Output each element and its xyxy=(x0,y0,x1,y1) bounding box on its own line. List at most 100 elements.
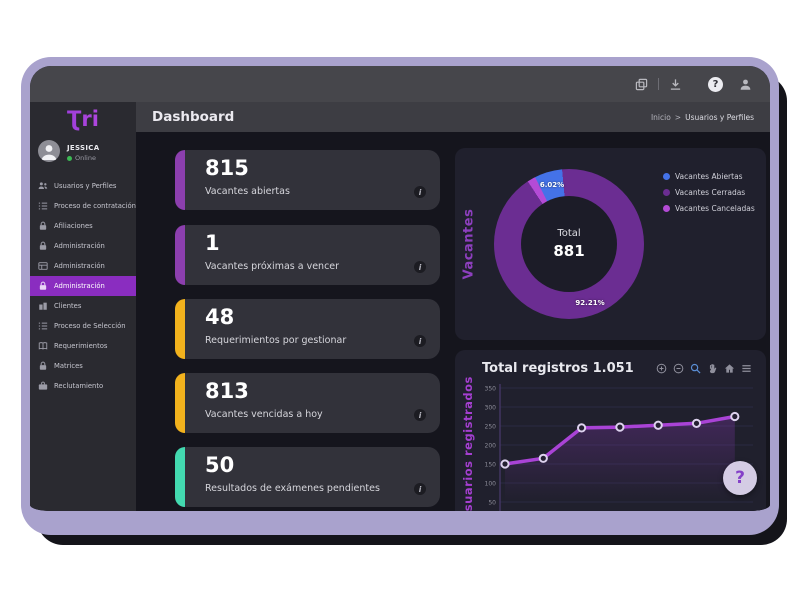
stat-card-2[interactable]: 48Requerimientos por gestionari xyxy=(175,299,440,359)
svg-text:100: 100 xyxy=(485,480,496,487)
info-icon[interactable]: i xyxy=(414,186,426,198)
donut-center: Total 881 xyxy=(521,196,617,292)
help-icon[interactable]: ? xyxy=(708,77,723,92)
card-value: 813 xyxy=(205,379,249,403)
card-value: 1 xyxy=(205,231,220,255)
line-chart-title: Total registros 1.051 xyxy=(482,361,634,376)
menu-icon[interactable] xyxy=(741,363,752,374)
svg-text:150: 150 xyxy=(485,461,496,468)
list-icon xyxy=(38,201,48,211)
sidebar-item-5[interactable]: Administración xyxy=(30,276,136,296)
sidebar-nav: Usuarios y Perfiles Proceso de contrataci… xyxy=(30,176,136,396)
lock-icon xyxy=(38,361,48,371)
registros-panel: Total registros 1.051 usuarios registrad… xyxy=(455,350,766,511)
sidebar-item-7[interactable]: Proceso de Selección xyxy=(30,316,136,336)
legend-dot-icon xyxy=(663,189,670,196)
user-name: JESSICA xyxy=(67,144,99,152)
svg-text:350: 350 xyxy=(485,385,496,392)
download-icon[interactable] xyxy=(669,78,682,91)
user-icon[interactable] xyxy=(739,78,752,91)
stat-card-4[interactable]: 50 Resultados de exámenes pendientes i xyxy=(175,447,440,507)
app-window: ? Ʈri JESSICA Online Usuarios y Perfiles… xyxy=(21,57,779,535)
sidebar-item-label: Requerimientos xyxy=(54,342,107,350)
user-block: JESSICA Online xyxy=(30,134,136,172)
lock-icon xyxy=(38,221,48,231)
legend-label: Vacantes Abiertas xyxy=(675,172,743,181)
divider xyxy=(658,78,659,90)
donut-total-label: Total xyxy=(557,228,580,239)
card-accent-bar xyxy=(175,447,185,507)
svg-text:300: 300 xyxy=(485,404,496,411)
avatar xyxy=(38,140,60,166)
zoom-out-icon[interactable] xyxy=(673,363,684,374)
sidebar-item-10[interactable]: Reclutamiento xyxy=(30,376,136,396)
vacantes-panel: Vacantes 6.02% 92.21% Total 881 Vacantes… xyxy=(455,148,766,340)
sidebar-item-label: Reclutamiento xyxy=(54,382,103,390)
registros-line-chart[interactable]: 350 300 250 200 150 100 50 xyxy=(485,382,765,511)
svg-text:200: 200 xyxy=(485,442,496,449)
breadcrumb-current[interactable]: Usuarios y Perfiles xyxy=(685,113,754,122)
briefcase-icon xyxy=(38,381,48,391)
breadcrumb-separator: > xyxy=(675,113,681,122)
line-ylabel: usuarios registrados xyxy=(461,376,475,511)
card-value: 50 xyxy=(205,453,234,477)
search-icon[interactable] xyxy=(690,363,701,374)
book-icon xyxy=(38,341,48,351)
card-value: 48 xyxy=(205,305,234,329)
donut-axis-title: Vacantes xyxy=(462,209,477,280)
sidebar-item-1[interactable]: Proceso de contratación xyxy=(30,196,136,216)
page-title: Dashboard xyxy=(152,109,234,125)
stat-card-3[interactable]: 813 Vacantes vencidas a hoy i xyxy=(175,373,440,433)
svg-text:250: 250 xyxy=(485,423,496,430)
topbar-icons: ? xyxy=(635,77,752,92)
help-fab[interactable]: ? xyxy=(723,461,757,495)
card-value: 815 xyxy=(205,156,249,180)
stat-card-0[interactable]: 815Vacantes abiertasi xyxy=(175,150,440,210)
pan-icon[interactable] xyxy=(707,363,718,374)
info-icon[interactable]: i xyxy=(414,409,426,421)
dashboard-content: 815Vacantes abiertasi 1Vacantes próximas … xyxy=(136,132,770,511)
slice-label-cerradas: 92.21% xyxy=(575,299,604,307)
legend-dot-icon xyxy=(663,205,670,212)
sidebar-item-2[interactable]: Afiliaciones xyxy=(30,216,136,236)
legend-dot-icon xyxy=(663,173,670,180)
sidebar-item-label: Administración xyxy=(54,242,105,250)
chart-toolbar xyxy=(656,363,752,374)
app-logo: Ʈri xyxy=(30,102,136,134)
sidebar-item-label: Usuarios y Perfiles xyxy=(54,182,116,190)
card-label: Resultados de exámenes pendientes xyxy=(205,483,380,494)
home-icon[interactable] xyxy=(724,363,735,374)
vacantes-donut-chart[interactable]: 6.02% 92.21% Total 881 xyxy=(494,169,644,319)
info-icon[interactable]: i xyxy=(414,483,426,495)
sidebar-item-9[interactable]: Matrices xyxy=(30,356,136,376)
lock-icon xyxy=(38,241,48,251)
card-accent-bar xyxy=(175,299,185,359)
legend-label: Vacantes Canceladas xyxy=(675,204,755,213)
sidebar-item-3[interactable]: Administración xyxy=(30,236,136,256)
sidebar-item-4[interactable]: Administración xyxy=(30,256,136,276)
card-label: Vacantes vencidas a hoy xyxy=(205,409,323,420)
sidebar-item-label: Clientes xyxy=(54,302,81,310)
breadcrumb-home[interactable]: Inicio xyxy=(651,113,671,122)
info-icon[interactable]: i xyxy=(414,261,426,273)
info-icon[interactable]: i xyxy=(414,335,426,347)
legend-item-2[interactable]: Vacantes Canceladas xyxy=(663,204,755,213)
page-header: Dashboard Inicio > Usuarios y Perfiles xyxy=(136,102,770,132)
user-status: Online xyxy=(67,154,99,162)
sidebar: Ʈri JESSICA Online Usuarios y Perfiles Pr… xyxy=(30,102,136,511)
table-icon xyxy=(38,261,48,271)
sidebar-item-label: Proceso de contratación xyxy=(54,202,136,210)
zoom-in-icon[interactable] xyxy=(656,363,667,374)
stat-card-1[interactable]: 1Vacantes próximas a venceri xyxy=(175,225,440,285)
svg-text:50: 50 xyxy=(488,499,496,506)
building-icon xyxy=(38,301,48,311)
copy-icon[interactable] xyxy=(635,78,648,91)
sidebar-item-label: Afiliaciones xyxy=(54,222,93,230)
sidebar-item-8[interactable]: Requerimientos xyxy=(30,336,136,356)
sidebar-item-6[interactable]: Clientes xyxy=(30,296,136,316)
donut-total-value: 881 xyxy=(553,242,584,260)
legend-item-0[interactable]: Vacantes Abiertas xyxy=(663,172,755,181)
breadcrumb: Inicio > Usuarios y Perfiles xyxy=(651,113,754,122)
legend-item-1[interactable]: Vacantes Cerradas xyxy=(663,188,755,197)
sidebar-item-0[interactable]: Usuarios y Perfiles xyxy=(30,176,136,196)
